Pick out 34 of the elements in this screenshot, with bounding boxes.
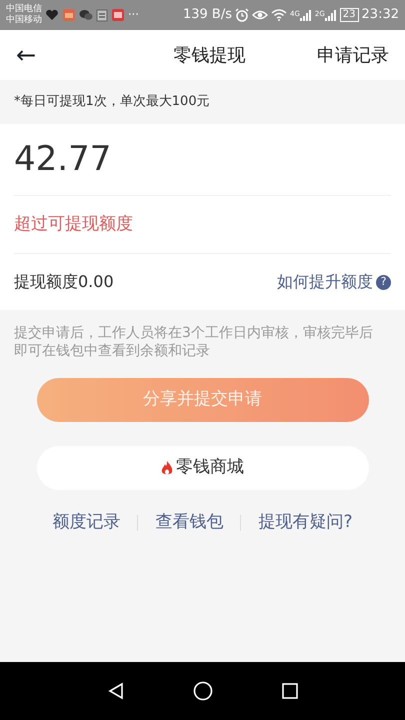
help-icon[interactable]: ? [376,274,391,290]
flame-icon [161,460,173,476]
network-speed: 139 B/s [182,6,232,24]
wifi-icon [271,9,288,21]
heart-icon [45,9,59,21]
clock-time: 23:32 [362,6,399,24]
footer-link[interactable]: 查看钱包 [155,510,224,536]
back-icon[interactable] [106,682,124,700]
chat-icon [79,9,93,21]
home-icon[interactable] [192,681,212,701]
eye-icon [252,9,268,21]
document-icon [96,8,108,22]
page-title: 零钱提现 [172,44,246,68]
error-message: 超过可提现额度 [14,196,391,254]
footer-link[interactable]: 额度记录 [52,510,120,536]
signal-icon [300,9,312,21]
app-icon [111,8,125,22]
signal-icon [324,9,337,21]
alarm-icon [235,8,250,22]
carrier-name: 中国移动 [6,15,42,26]
more-indicator: ··· [128,6,139,24]
records-link[interactable]: 申请记录 [316,42,389,68]
back-button[interactable]: ← [16,37,36,73]
info-text: 提交申请后，工作人员将在3个工作日内审核，审核完毕后即可在钱包中查看到余额和记录 [13,324,374,360]
limit-label: 提现额度0.00 [14,271,114,293]
recents-icon[interactable] [280,682,298,700]
app-icon [62,8,76,22]
amount-field[interactable]: 42.77 [14,124,391,196]
shop-button[interactable]: 零钱商城 [36,446,368,490]
notice-text: *每日可提现1次，单次最大100元 [13,93,211,111]
battery-icon: 23 [340,8,359,22]
carrier-name: 中国电信 [6,4,42,14]
raise-limit-link[interactable]: 如何提升额度 [277,270,373,294]
footer-link[interactable]: 提现有疑问? [258,510,353,536]
